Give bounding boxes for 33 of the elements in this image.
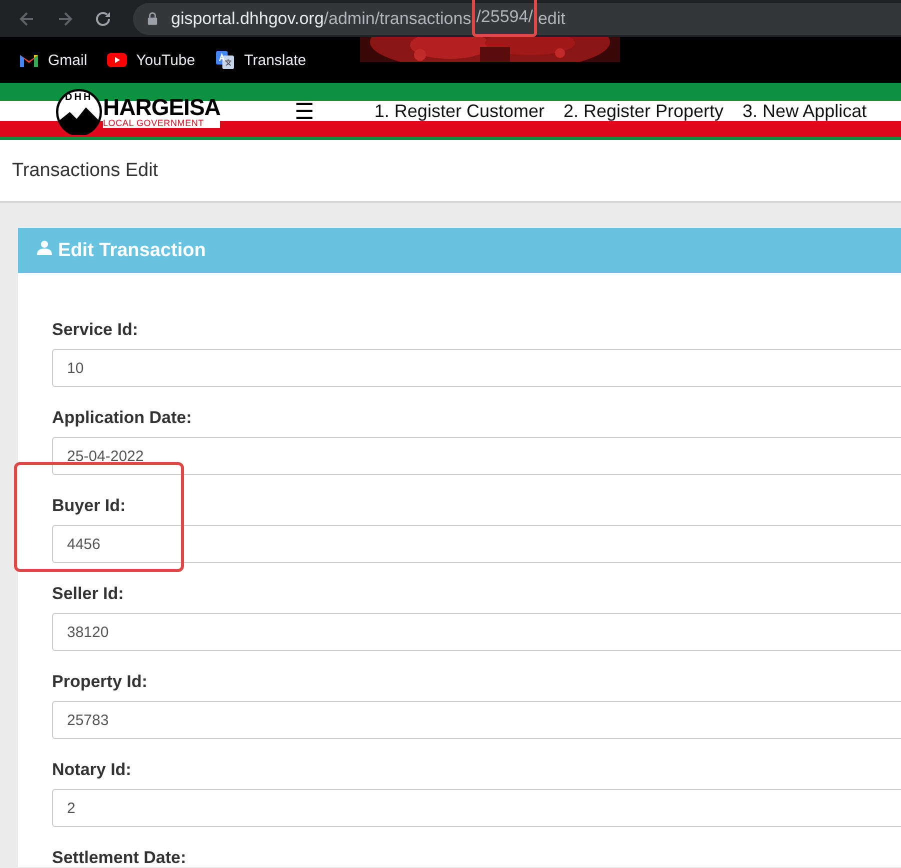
url-text: gisportal.dhhgov.org [171, 8, 324, 28]
field-label: Notary Id: [52, 760, 132, 780]
menu-button[interactable]: ☰ [294, 100, 314, 122]
field-label: Buyer Id: [52, 496, 127, 516]
translate-icon [215, 51, 236, 69]
logo-title: HARGEISA [103, 96, 220, 118]
field-label: Service Id: [52, 320, 139, 340]
lock-icon[interactable] [147, 12, 158, 25]
input-field[interactable]: 25783 [52, 701, 901, 739]
play-icon [107, 51, 128, 69]
field-label: Property Id: [52, 672, 148, 692]
nav-link[interactable]: 3. New Applicat [742, 101, 867, 122]
field-label: Seller Id: [52, 584, 125, 604]
input-field[interactable]: 38120 [52, 613, 901, 651]
nav-link[interactable]: 2. Register Property [563, 101, 724, 122]
field-label: Settlement Date: [52, 848, 188, 867]
input-field[interactable]: 25-04-2022 [52, 437, 901, 475]
url-text: edit [538, 8, 566, 28]
field-label: Application Date: [52, 408, 193, 428]
address-bar[interactable]: gisportal.dhhgov.org/admin/transactions /25594/ edit [133, 2, 901, 34]
input-field[interactable]: 10 [52, 349, 901, 387]
user-icon [37, 240, 52, 255]
url-text: /admin/transactions [324, 8, 472, 28]
input-field[interactable]: 2 [52, 789, 901, 827]
url-text: /25594/ [476, 6, 533, 26]
nav-link[interactable]: 1. Register Customer [374, 101, 544, 122]
page-title: Transactions Edit [12, 160, 158, 182]
bookmark-link[interactable]: YouTube [107, 51, 196, 69]
input-field[interactable]: 4456 [52, 525, 901, 563]
bookmark-link[interactable]: Gmail [19, 51, 88, 69]
bookmark-link[interactable]: Translate [215, 51, 306, 69]
card-title: Edit Transaction [58, 240, 206, 262]
logo-subtitle: LOCAL GOVERNMENT [103, 118, 220, 128]
